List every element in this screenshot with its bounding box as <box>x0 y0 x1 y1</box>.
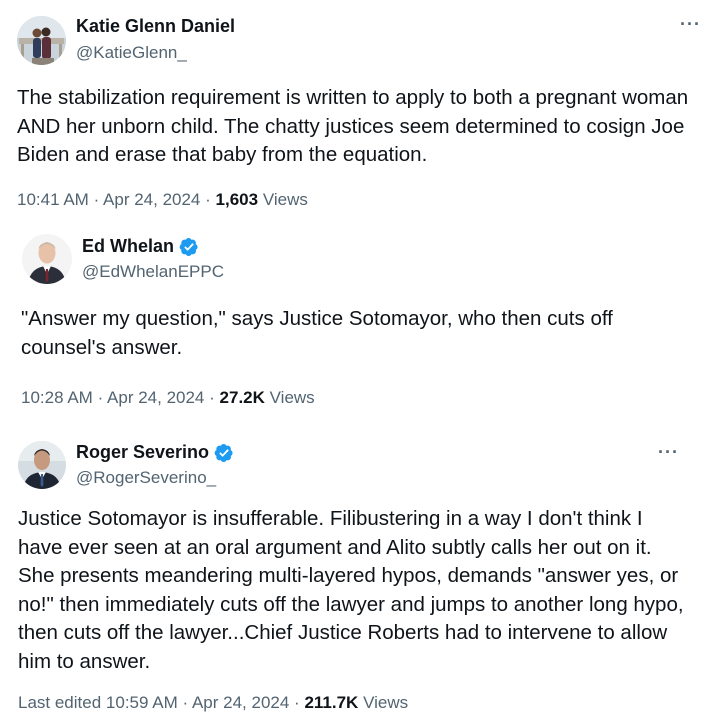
tweet-text: Justice Sotomayor is insufferable. Filib… <box>18 507 684 673</box>
tweet-roger-severino[interactable]: Roger Severino @RogerSeverino_ ··· Justi… <box>0 430 709 720</box>
meta-separator: · <box>205 190 211 209</box>
tweet-time[interactable]: 10:28 AM <box>21 388 93 407</box>
meta-separator: · <box>182 693 189 712</box>
meta-separator: · <box>209 388 215 407</box>
views-label: Views <box>262 190 308 209</box>
meta-separator: · <box>93 190 100 209</box>
author-name[interactable]: Ed Whelan <box>82 236 174 257</box>
tweet-date[interactable]: Apr 24, 2024 <box>107 388 204 407</box>
author-name[interactable]: Katie Glenn Daniel <box>76 16 235 37</box>
views-count: 1,603 <box>215 190 259 209</box>
views-label: Views <box>363 693 409 712</box>
author-name[interactable]: Roger Severino <box>76 442 209 463</box>
views-count: 27.2K <box>219 388 265 407</box>
verified-badge-icon <box>179 237 198 256</box>
tweet-text: The stabilization requirement is written… <box>17 86 689 166</box>
more-options-icon[interactable]: ··· <box>658 442 679 463</box>
tweet-katie-glenn-daniel[interactable]: Katie Glenn Daniel @KatieGlenn_ ··· The … <box>0 0 709 222</box>
author-handle[interactable]: @KatieGlenn_ <box>76 43 187 63</box>
avatar[interactable] <box>22 234 72 284</box>
views-label: Views <box>269 388 315 407</box>
couple-photo-avatar-icon <box>17 16 66 65</box>
verified-badge-icon <box>214 443 233 462</box>
tweet-ed-whelan[interactable]: Ed Whelan @EdWhelanEPPC "Answer my quest… <box>0 222 709 422</box>
tweet-time[interactable]: 10:41 AM <box>17 190 89 209</box>
avatar[interactable] <box>18 441 66 489</box>
avatar[interactable] <box>17 16 66 65</box>
tweet-date[interactable]: Apr 24, 2024 <box>103 190 200 209</box>
tweet-meta: Last edited 10:59 AM · Apr 24, 2024 · 21… <box>18 693 408 713</box>
views-count: 211.7K <box>304 693 359 712</box>
tweet-time[interactable]: 10:59 AM <box>106 693 178 712</box>
tweet-meta: 10:28 AM · Apr 24, 2024 · 27.2K Views <box>21 388 315 408</box>
tweet-text: "Answer my question," says Justice Sotom… <box>21 307 613 359</box>
man-portrait-avatar-icon <box>22 234 72 284</box>
man-portrait-avatar-icon <box>18 441 66 489</box>
tweet-date[interactable]: Apr 24, 2024 <box>192 693 289 712</box>
meta-separator: · <box>97 388 104 407</box>
author-handle[interactable]: @EdWhelanEPPC <box>82 262 224 282</box>
edited-label[interactable]: Last edited <box>18 693 101 712</box>
meta-separator: · <box>294 693 300 712</box>
author-handle[interactable]: @RogerSeverino_ <box>76 468 216 488</box>
tweet-meta: 10:41 AM · Apr 24, 2024 · 1,603 Views <box>17 190 308 210</box>
more-options-icon[interactable]: ··· <box>680 14 701 35</box>
